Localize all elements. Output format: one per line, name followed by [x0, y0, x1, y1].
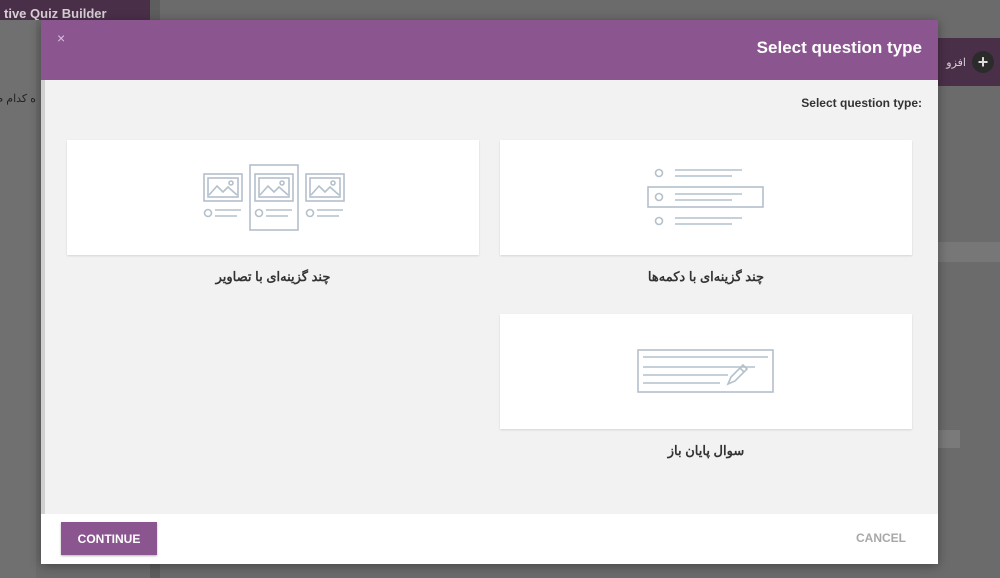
plus-icon: + [972, 51, 994, 73]
background-add-button: افزو + [938, 38, 1000, 86]
background-add-label: افزو [946, 56, 966, 69]
image-options-icon [203, 164, 345, 231]
question-type-card-open-ended[interactable] [500, 314, 912, 429]
continue-button[interactable]: CONTINUE [61, 522, 157, 555]
background-left-text: ه کدام م [0, 93, 36, 105]
close-icon[interactable]: × [57, 30, 65, 46]
background-app-title: tive Quiz Builder [0, 0, 154, 20]
text-area-pencil-icon [637, 349, 774, 393]
section-label: Select question type: [801, 96, 922, 110]
question-type-label-open-ended[interactable]: سوال پایان باز [500, 443, 912, 459]
select-question-type-dialog: × Select question type Select question t… [41, 20, 938, 564]
dialog-title: Select question type [756, 38, 922, 57]
radio-list-icon [647, 168, 764, 226]
background-stripe [938, 430, 960, 448]
question-type-label-images[interactable]: چند گزینه‌ای با تصاویر [67, 269, 479, 285]
cancel-button[interactable]: CANCEL [856, 531, 906, 545]
dialog-header: × Select question type [41, 20, 938, 80]
question-type-card-images[interactable] [67, 140, 479, 255]
background-stripe [938, 242, 1000, 262]
question-type-label-buttons[interactable]: چند گزینه‌ای با دکمه‌ها [500, 269, 912, 285]
dialog-footer: CONTINUE CANCEL [41, 514, 938, 564]
question-type-card-buttons[interactable] [500, 140, 912, 255]
dialog-scrollbar[interactable] [41, 80, 45, 514]
